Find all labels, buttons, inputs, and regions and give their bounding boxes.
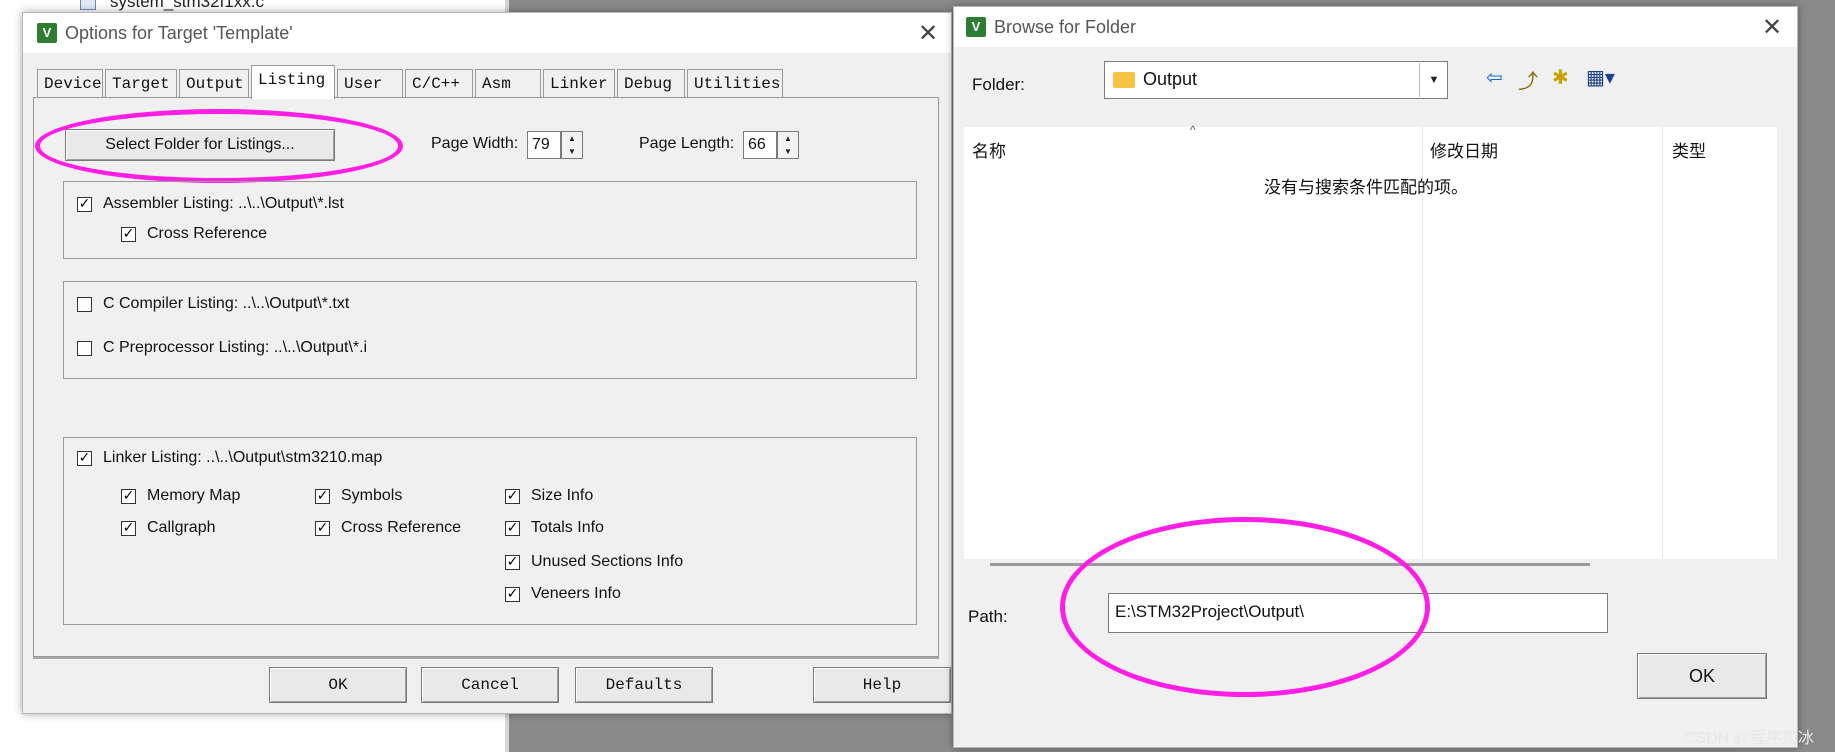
help-button[interactable]: Help xyxy=(813,667,951,703)
tab-c-cpp[interactable]: C/C++ xyxy=(405,69,473,97)
page-width-input[interactable]: 79 xyxy=(527,131,561,159)
column-header-type[interactable]: 类型 xyxy=(1672,137,1706,162)
size-info-checkbox[interactable]: ✓ xyxy=(505,489,520,504)
path-input[interactable]: E:\STM32Project\Output\ xyxy=(1108,593,1608,633)
column-header-date-modified[interactable]: 修改日期 xyxy=(1430,137,1498,162)
callgraph-checkbox[interactable]: ✓ xyxy=(121,521,136,536)
c-preprocessor-listing-checkbox[interactable] xyxy=(77,341,92,356)
veneers-info-label: Veneers Info xyxy=(531,585,621,602)
unused-sections-info-checkbox[interactable]: ✓ xyxy=(505,555,520,570)
browse-dialog-title: Browse for Folder xyxy=(994,17,1137,37)
close-icon[interactable]: ✕ xyxy=(918,21,938,45)
csdn-watermark: CSDN @程序加冰 xyxy=(1684,730,1815,747)
folder-value: Output xyxy=(1143,69,1198,89)
tab-debug[interactable]: Debug xyxy=(617,69,685,97)
symbols-checkbox[interactable]: ✓ xyxy=(315,489,330,504)
tab-user[interactable]: User xyxy=(337,69,403,97)
assembler-listing-label: Assembler Listing: ..\..\Output\*.lst xyxy=(103,195,344,212)
folder-combobox[interactable]: Output ▼ xyxy=(1104,61,1448,99)
browse-for-folder-dialog: V Browse for Folder ✕ Folder: Output ▼ ⇦… xyxy=(953,6,1798,748)
back-icon[interactable]: ⇦ xyxy=(1486,65,1503,89)
tab-asm[interactable]: Asm xyxy=(475,69,541,97)
empty-results-message: 没有与搜索条件匹配的项。 xyxy=(1264,178,1468,197)
tab-listing[interactable]: Listing xyxy=(251,65,335,99)
ok-button[interactable]: OK xyxy=(269,667,407,703)
chevron-down-icon[interactable]: ▼ xyxy=(1419,63,1448,97)
tab-output[interactable]: Output xyxy=(179,69,249,97)
size-info-label: Size Info xyxy=(531,487,594,504)
cancel-button[interactable]: Cancel xyxy=(421,667,559,703)
veneers-info-checkbox[interactable]: ✓ xyxy=(505,587,520,602)
totals-info-checkbox[interactable]: ✓ xyxy=(505,521,520,536)
keil-app-icon: V xyxy=(37,23,57,43)
tab-device[interactable]: Device xyxy=(37,69,103,97)
file-list[interactable]: ^ 名称 修改日期 类型 没有与搜索条件匹配的项。 xyxy=(964,123,1777,559)
callgraph-label: Callgraph xyxy=(147,519,216,536)
linker-cross-reference-checkbox[interactable]: ✓ xyxy=(315,521,330,536)
page-width-spinner[interactable]: ▲ ▼ xyxy=(561,131,583,159)
page-length-label: Page Length: xyxy=(639,135,735,152)
page-width-label: Page Width: xyxy=(431,135,519,152)
memory-map-label: Memory Map xyxy=(147,487,241,504)
column-header-name[interactable]: 名称 xyxy=(972,137,1006,162)
keil-app-icon: V xyxy=(966,17,986,37)
browse-ok-button[interactable]: OK xyxy=(1637,653,1767,699)
tab-linker[interactable]: Linker xyxy=(543,69,615,97)
background-file-name[interactable]: system_stm32f1xx.c xyxy=(110,0,264,12)
cross-reference-label: Cross Reference xyxy=(147,225,268,242)
defaults-button[interactable]: Defaults xyxy=(575,667,713,703)
file-icon xyxy=(80,0,96,10)
path-label: Path: xyxy=(968,607,1008,626)
options-dialog-title: Options for Target 'Template' xyxy=(65,23,293,43)
bottom-separator xyxy=(33,657,939,659)
c-compiler-listing-checkbox[interactable] xyxy=(77,297,92,312)
tab-utilities[interactable]: Utilities xyxy=(687,69,783,97)
unused-sections-info-label: Unused Sections Info xyxy=(531,553,684,570)
folder-label: Folder: xyxy=(972,75,1025,94)
options-dialog: V Options for Target 'Template' ✕ Device… xyxy=(22,12,952,714)
folder-icon xyxy=(1113,72,1135,88)
close-icon[interactable]: ✕ xyxy=(1762,15,1782,39)
assembler-listing-group xyxy=(63,181,917,259)
linker-listing-label: Linker Listing: ..\..\Output\stm3210.map xyxy=(103,449,383,466)
linker-cross-reference-label: Cross Reference xyxy=(341,519,462,536)
c-compiler-listing-label: C Compiler Listing: ..\..\Output\*.txt xyxy=(103,295,350,312)
up-folder-icon[interactable]: ⤴ xyxy=(1518,65,1538,94)
linker-listing-checkbox[interactable]: ✓ xyxy=(77,451,92,466)
tab-target[interactable]: Target xyxy=(105,69,177,97)
page-length-spinner[interactable]: ▲ ▼ xyxy=(777,131,799,159)
page-length-input[interactable]: 66 xyxy=(743,131,777,159)
column-divider[interactable] xyxy=(1662,127,1663,559)
horizontal-scrollbar[interactable] xyxy=(990,563,1590,566)
totals-info-label: Totals Info xyxy=(531,519,604,536)
select-folder-for-listings-button[interactable]: Select Folder for Listings... xyxy=(65,129,335,161)
sort-ascending-icon: ^ xyxy=(1190,123,1196,137)
cross-reference-checkbox[interactable]: ✓ xyxy=(121,227,136,242)
browse-titlebar[interactable]: V Browse for Folder ✕ xyxy=(954,7,1797,47)
options-titlebar[interactable]: V Options for Target 'Template' ✕ xyxy=(23,13,951,53)
memory-map-checkbox[interactable]: ✓ xyxy=(121,489,136,504)
new-folder-icon[interactable]: ✱ xyxy=(1552,65,1569,89)
view-menu-icon[interactable]: ▦▾ xyxy=(1586,65,1615,89)
assembler-listing-checkbox[interactable]: ✓ xyxy=(77,197,92,212)
symbols-label: Symbols xyxy=(341,487,403,504)
c-preprocessor-listing-label: C Preprocessor Listing: ..\..\Output\*.i xyxy=(103,339,368,356)
